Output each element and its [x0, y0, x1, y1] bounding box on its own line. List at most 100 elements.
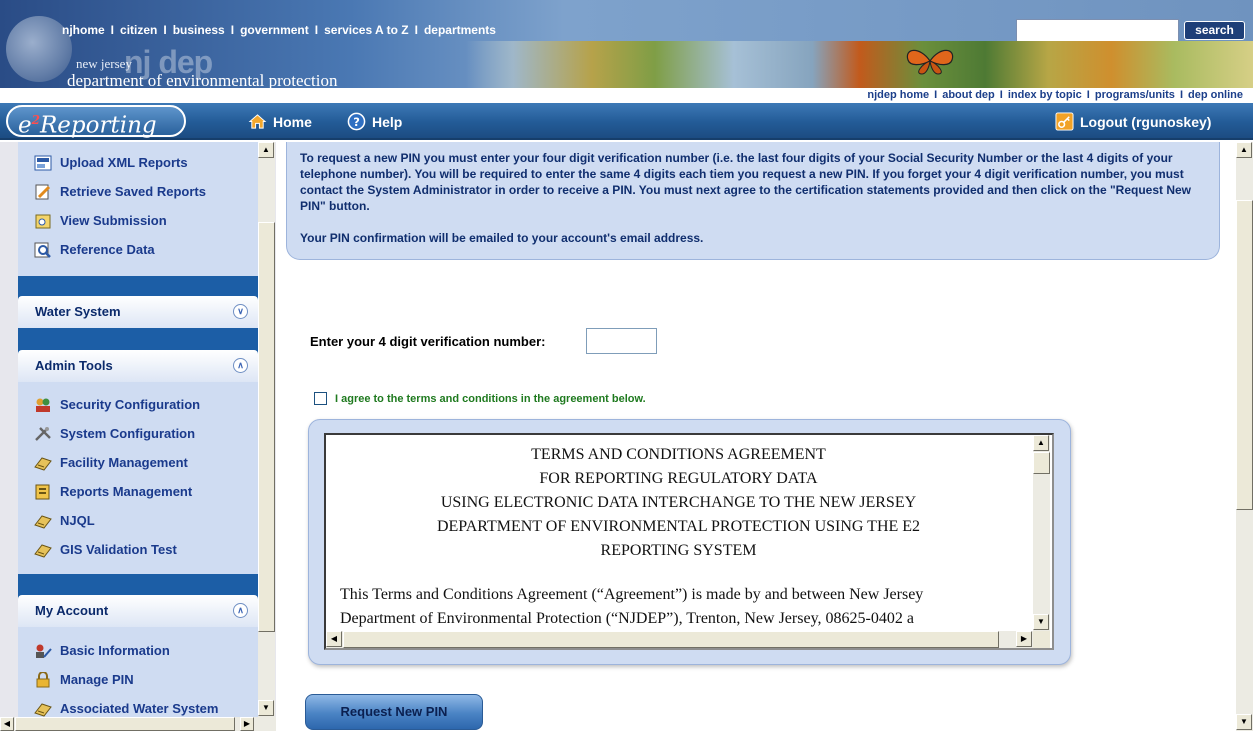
sidebar-item-reference-data[interactable]: Reference Data [18, 235, 258, 264]
nav-separator: I [1179, 89, 1183, 101]
home-button[interactable]: Home [248, 112, 312, 131]
sidebar-item-label: Retrieve Saved Reports [60, 184, 206, 199]
sidebar-horizontal-scrollbar[interactable]: ◀ ▶ [0, 717, 276, 731]
upload-xml-icon [34, 155, 52, 171]
sidebar-item-view-submission[interactable]: View Submission [18, 206, 258, 235]
collapse-chevron-icon[interactable]: ∧ [233, 603, 248, 618]
nav-separator: I [999, 89, 1003, 101]
verification-number-input[interactable] [586, 328, 657, 354]
svg-text:?: ? [353, 115, 360, 129]
sidebar-item-label: Reports Management [60, 484, 193, 499]
scroll-thumb[interactable] [1033, 452, 1050, 474]
terms-body-line: Department of Environmental Protection (… [340, 610, 914, 627]
sidebar-item-system-configuration[interactable]: System Configuration [18, 419, 258, 448]
gis-validation-icon [34, 544, 52, 558]
scroll-up-arrow-icon[interactable]: ▲ [258, 142, 274, 158]
dep-sub-nav: njdep home Iabout dep Iindex by topic Iprog… [0, 88, 1253, 103]
logo-text: Reporting [39, 112, 157, 139]
panel-title: Water System [35, 304, 121, 319]
scroll-left-arrow-icon[interactable]: ◀ [0, 717, 14, 731]
scroll-corner [1033, 631, 1050, 648]
sidebar-item-label: Facility Management [60, 455, 188, 470]
scroll-thumb[interactable] [1236, 200, 1253, 510]
sidebar-item-upload-xml-reports[interactable]: Upload XML Reports [18, 148, 258, 177]
sidebar-item-security-configuration[interactable]: Security Configuration [18, 390, 258, 419]
scroll-thumb[interactable] [15, 717, 235, 731]
nav-link-departments[interactable]: departments [424, 23, 496, 37]
logo-prefix: e [18, 112, 32, 139]
terms-title-line: FOR REPORTING REGULATORY DATA [539, 470, 818, 487]
nav-link-services[interactable]: services A to Z [324, 23, 408, 37]
nav-link-government[interactable]: government [240, 23, 309, 37]
basic-info-icon [36, 644, 52, 658]
sidebar-item-facility-management[interactable]: Facility Management [18, 448, 258, 477]
scroll-right-arrow-icon[interactable]: ▶ [1016, 631, 1032, 647]
home-icon [248, 114, 267, 129]
request-new-pin-button[interactable]: Request New PIN [305, 694, 483, 730]
terms-textarea[interactable]: TERMS AND CONDITIONS AGREEMENT FOR REPOR… [324, 433, 1054, 650]
reports-management-icon [35, 484, 50, 500]
nav-separator: I [934, 89, 938, 101]
help-button[interactable]: ? Help [347, 112, 402, 131]
lock-icon [36, 672, 50, 688]
sidebar-item-gis-validation-test[interactable]: GIS Validation Test [18, 535, 258, 564]
scroll-down-arrow-icon[interactable]: ▼ [1236, 714, 1252, 730]
main-vertical-scrollbar[interactable]: ▲ ▼ [1236, 142, 1253, 731]
collapse-chevron-icon[interactable]: ∧ [233, 358, 248, 373]
admin-tools-header[interactable]: Admin Tools ∧ [18, 350, 258, 382]
site-search-button[interactable]: search [1184, 21, 1245, 40]
sidebar-item-label: System Configuration [60, 426, 196, 441]
terms-title-line: REPORTING SYSTEM [600, 542, 757, 559]
sidebar-item-reports-management[interactable]: Reports Management [18, 477, 258, 506]
scroll-down-arrow-icon[interactable]: ▼ [1033, 614, 1049, 630]
terms-title-line: TERMS AND CONDITIONS AGREEMENT [531, 446, 826, 463]
nav-separator: I [230, 23, 235, 37]
site-search-input[interactable] [1016, 19, 1179, 42]
system-config-icon [35, 427, 51, 441]
subnav-link-programs-units[interactable]: programs/units [1095, 89, 1175, 101]
e2-reporting-logo[interactable]: e2Reporting [6, 105, 186, 139]
subnav-link-njdep-home[interactable]: njdep home [867, 89, 929, 101]
logo-superscript: 2 [31, 113, 40, 127]
scroll-right-arrow-icon[interactable]: ▶ [240, 717, 254, 731]
sidebar-item-label: GIS Validation Test [60, 542, 177, 557]
sidebar-item-label: NJQL [60, 513, 95, 528]
terms-title-line: DEPARTMENT OF ENVIRONMENTAL PROTECTION U… [436, 518, 921, 535]
logout-button[interactable]: Logout (rgunoskey) [1055, 112, 1211, 131]
scroll-up-arrow-icon[interactable]: ▲ [1033, 435, 1049, 451]
scroll-left-arrow-icon[interactable]: ◀ [326, 631, 342, 647]
my-account-header[interactable]: My Account ∧ [18, 595, 258, 627]
sidebar-item-label: Upload XML Reports [60, 155, 188, 170]
terms-horizontal-scrollbar[interactable]: ◀ ▶ [326, 631, 1033, 648]
scroll-up-arrow-icon[interactable]: ▲ [1236, 142, 1252, 158]
agree-checkbox[interactable] [314, 392, 327, 405]
agree-label[interactable]: I agree to the terms and conditions in t… [335, 393, 646, 405]
scroll-thumb[interactable] [343, 631, 999, 648]
subnav-link-about-dep[interactable]: about dep [942, 89, 995, 101]
expand-chevron-icon[interactable]: ∨ [233, 304, 248, 319]
main-content: To request a new PIN you must enter your… [276, 142, 1253, 731]
terms-body-line: This Terms and Conditions Agreement (“Ag… [340, 586, 924, 603]
terms-vertical-scrollbar[interactable]: ▲ ▼ [1033, 435, 1050, 631]
reports-menu-list: Upload XML Reports Retrieve Saved Report… [18, 142, 258, 276]
sidebar-item-retrieve-saved-reports[interactable]: Retrieve Saved Reports [18, 177, 258, 206]
sidebar-vertical-scrollbar[interactable]: ▲ ▼ [258, 142, 275, 717]
help-label: Help [372, 114, 403, 130]
subnav-link-index-by-topic[interactable]: index by topic [1008, 89, 1082, 101]
app-toolbar: e2Reporting Home ? Help Logout (rgunoskey… [0, 103, 1253, 140]
scroll-thumb[interactable] [258, 222, 275, 632]
nav-link-njhome[interactable]: njhome [62, 23, 105, 37]
instructions-text: To request a new PIN you must enter your… [300, 151, 1192, 213]
sidebar-item-basic-information[interactable]: Basic Information [18, 636, 258, 665]
subnav-link-dep-online[interactable]: dep online [1188, 89, 1243, 101]
sidebar-item-label: View Submission [60, 213, 167, 228]
nav-link-citizen[interactable]: citizen [120, 23, 157, 37]
water-system-header[interactable]: Water System ∨ [18, 296, 258, 328]
terms-title: TERMS AND CONDITIONS AGREEMENT FOR REPOR… [326, 443, 1031, 563]
sidebar-item-njql[interactable]: NJQL [18, 506, 258, 535]
sidebar-item-manage-pin[interactable]: Manage PIN [18, 665, 258, 694]
email-confirmation-note: Your PIN confirmation will be emailed to… [300, 231, 704, 245]
scroll-down-arrow-icon[interactable]: ▼ [258, 700, 274, 716]
nav-link-business[interactable]: business [173, 23, 225, 37]
associated-water-system-icon [34, 703, 52, 717]
